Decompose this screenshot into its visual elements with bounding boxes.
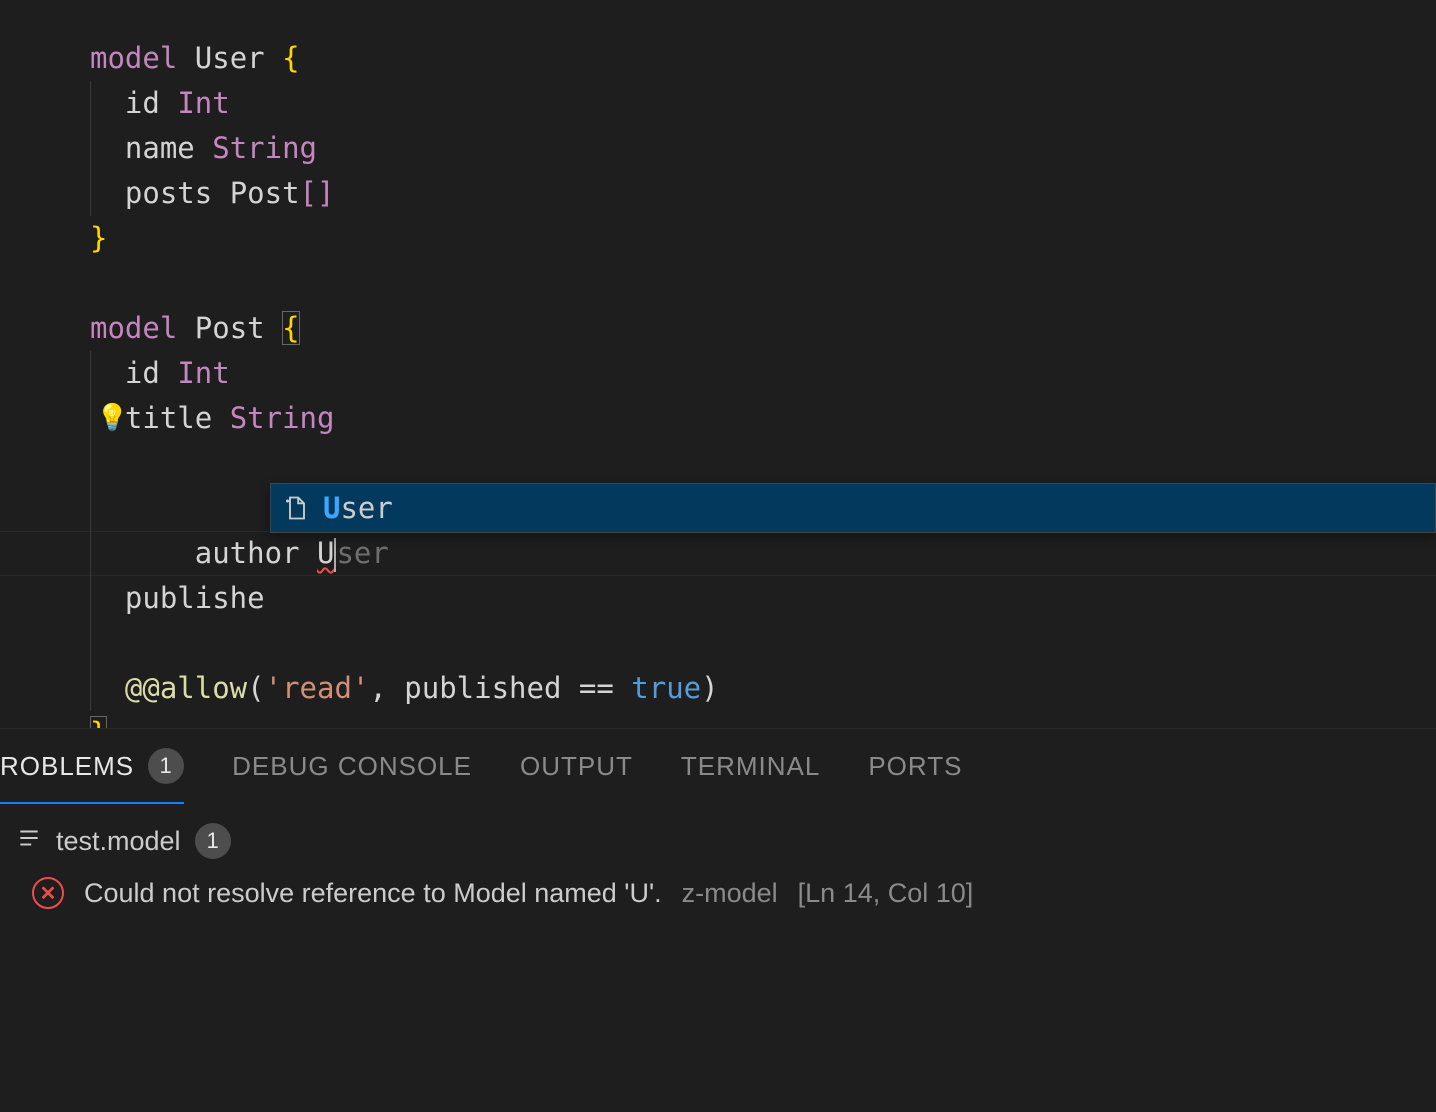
code-line[interactable]: } [0, 216, 1436, 261]
code-editor[interactable]: model User { id Int name String posts Po… [0, 0, 1436, 728]
code-line[interactable]: model User { [0, 36, 1436, 81]
problem-item[interactable]: ✕ Could not resolve reference to Model n… [16, 865, 1420, 921]
tab-label: ROBLEMS [0, 751, 134, 782]
file-error-count-badge: 1 [195, 823, 231, 859]
intellisense-popup[interactable]: User [270, 483, 1436, 533]
boolean-literal: true [631, 671, 701, 705]
field-name: id [125, 356, 160, 390]
keyword-model: model [90, 41, 177, 75]
tab-debug-console[interactable]: DEBUG CONSOLE [232, 729, 472, 803]
code-line[interactable]: name String [0, 126, 1436, 171]
problems-count-badge: 1 [148, 748, 184, 784]
field-name: id [125, 86, 160, 120]
code-line[interactable]: @@allow('read', published == true) [0, 666, 1436, 711]
code-line[interactable]: posts Post[] [0, 171, 1436, 216]
brace-open: { [282, 311, 299, 345]
panel-tabs: ROBLEMS 1 DEBUG CONSOLE OUTPUT TERMINAL … [0, 729, 1436, 803]
file-icon [16, 825, 42, 858]
code-line[interactable] [0, 261, 1436, 306]
code-line[interactable]: publishe [0, 576, 1436, 621]
current-line-highlight [0, 531, 1436, 576]
brace-close: } [90, 221, 107, 255]
code-line[interactable]: 💡 title String [0, 396, 1436, 441]
string-literal: 'read' [265, 671, 370, 705]
tab-output[interactable]: OUTPUT [520, 729, 633, 803]
field-name-partial: publishe [125, 581, 265, 615]
field-name: name [125, 131, 195, 165]
problems-file-name: test.model [56, 826, 181, 857]
problem-location: [Ln 14, Col 10] [798, 878, 974, 909]
tab-ports[interactable]: PORTS [868, 729, 962, 803]
tab-problems[interactable]: ROBLEMS 1 [0, 729, 184, 803]
type-name: User [195, 41, 265, 75]
field-type: Int [177, 86, 229, 120]
field-type: String [212, 131, 317, 165]
field-type: Int [177, 356, 229, 390]
field-type: Post [230, 176, 300, 210]
code-line[interactable]: id Int [0, 351, 1436, 396]
tab-terminal[interactable]: TERMINAL [681, 729, 820, 803]
intellisense-item[interactable]: User [271, 484, 1435, 532]
problems-file-row[interactable]: test.model 1 [16, 817, 1420, 865]
brace-open: { [282, 41, 299, 75]
intellisense-label: User [323, 486, 393, 531]
field-type: String [230, 401, 335, 435]
array-brackets: [] [300, 176, 335, 210]
lightbulb-icon[interactable]: 💡 [96, 396, 128, 441]
field-name: title [125, 401, 212, 435]
code-line[interactable]: model Post { [0, 306, 1436, 351]
keyword-model: model [90, 311, 177, 345]
problems-list[interactable]: test.model 1 ✕ Could not resolve referen… [0, 803, 1436, 921]
bottom-panel: ROBLEMS 1 DEBUG CONSOLE OUTPUT TERMINAL … [0, 728, 1436, 1112]
problem-message: Could not resolve reference to Model nam… [84, 878, 662, 909]
problem-source: z-model [682, 878, 778, 909]
error-icon: ✕ [32, 877, 64, 909]
code-line[interactable] [0, 621, 1436, 666]
class-icon [283, 494, 311, 522]
code-line[interactable]: id Int [0, 81, 1436, 126]
field-name: posts [125, 176, 212, 210]
decorator: @@allow [125, 671, 247, 705]
type-name: Post [195, 311, 265, 345]
